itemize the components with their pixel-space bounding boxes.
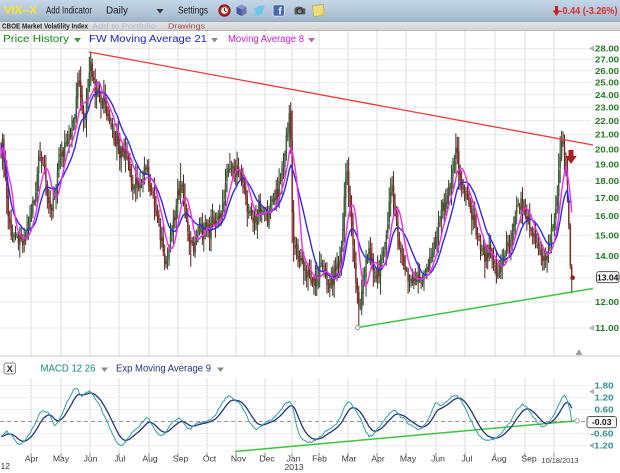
svg-text:22.00: 22.00 (595, 116, 619, 126)
svg-text:25.00: 25.00 (595, 78, 619, 88)
svg-text:Settings: Settings (178, 6, 208, 17)
svg-text:Aug: Aug (142, 454, 158, 464)
svg-text:19.00: 19.00 (595, 160, 619, 170)
svg-text:24.00: 24.00 (595, 90, 619, 100)
svg-text:Jul: Jul (462, 454, 473, 464)
svg-text:10/18/2013: 10/18/2013 (542, 456, 579, 465)
svg-text:12: 12 (1, 461, 11, 471)
svg-text:Daily: Daily (106, 6, 128, 17)
svg-text:May: May (53, 454, 70, 464)
svg-text:Aug: Aug (491, 454, 507, 464)
svg-text:0.60: 0.60 (595, 405, 614, 415)
svg-text:Jun: Jun (431, 454, 445, 464)
svg-text:17.00: 17.00 (595, 193, 619, 203)
svg-text:MACD 12 26: MACD 12 26 (41, 364, 96, 375)
svg-text:20.00: 20.00 (595, 144, 619, 154)
svg-text:11.00: 11.00 (595, 323, 619, 333)
svg-text:Oct: Oct (203, 454, 217, 464)
svg-text:Moving Average 8: Moving Average 8 (228, 34, 304, 45)
svg-text:Apr: Apr (25, 454, 39, 464)
svg-text:Price History: Price History (3, 34, 69, 45)
svg-text:15.00: 15.00 (595, 230, 619, 240)
svg-text:CBOE Market Volatility Index: CBOE Market Volatility Index (2, 22, 89, 31)
svg-text:Nov: Nov (231, 454, 247, 464)
svg-text:18.00: 18.00 (595, 176, 619, 186)
svg-text:1.20: 1.20 (595, 393, 614, 403)
svg-text:X: X (7, 364, 13, 374)
svg-text:Feb: Feb (312, 454, 327, 464)
svg-text:Exp Moving Average 9: Exp Moving Average 9 (116, 364, 211, 375)
svg-text:May: May (400, 454, 417, 464)
svg-text:Apr: Apr (371, 454, 385, 464)
svg-text:Mar: Mar (342, 454, 357, 464)
svg-text:-0.60: -0.60 (591, 429, 614, 439)
svg-text:23.00: 23.00 (595, 103, 619, 113)
svg-text:21.00: 21.00 (595, 130, 619, 140)
svg-text:Add Indicator: Add Indicator (46, 6, 93, 17)
svg-text:13.04: 13.04 (597, 272, 619, 282)
svg-text:Jul: Jul (115, 454, 126, 464)
svg-text:Add to Portfolio: Add to Portfolio (92, 22, 156, 31)
svg-text:-0.44 (-3.26%): -0.44 (-3.26%) (560, 6, 618, 17)
svg-text:Drawings: Drawings (168, 22, 205, 31)
svg-text:Sep: Sep (173, 454, 189, 464)
svg-text:-0.03: -0.03 (592, 417, 612, 427)
svg-text:16.00: 16.00 (595, 211, 619, 221)
svg-text:FW Moving Average 21: FW Moving Average 21 (89, 34, 207, 45)
svg-text:26.00: 26.00 (595, 66, 619, 76)
svg-text:28.00: 28.00 (595, 44, 619, 54)
svg-text:Sep: Sep (521, 454, 537, 464)
svg-text:14.00: 14.00 (595, 251, 619, 261)
svg-text:1.80: 1.80 (595, 381, 614, 391)
svg-text:Dec: Dec (259, 454, 275, 464)
svg-text:12.00: 12.00 (595, 297, 619, 307)
svg-text:27.00: 27.00 (595, 55, 619, 65)
svg-text:2013: 2013 (284, 462, 303, 472)
svg-text:Jun: Jun (84, 454, 98, 464)
svg-text:VIX--X: VIX--X (4, 5, 38, 17)
